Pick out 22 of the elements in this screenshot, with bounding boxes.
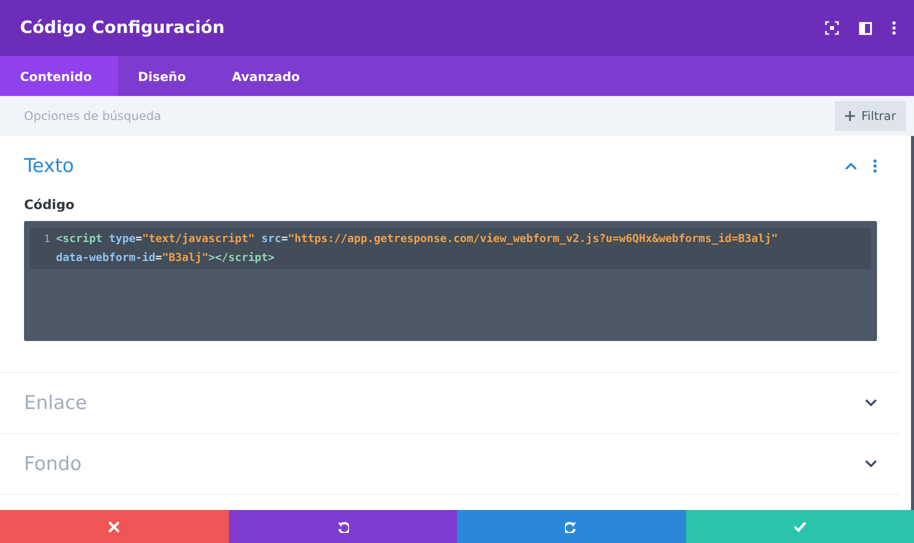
field-label: Código bbox=[24, 198, 76, 213]
tab[interactable]: Avanzado bbox=[212, 56, 326, 96]
sidebar-icon[interactable] bbox=[859, 22, 872, 34]
window-title: Código Configuración bbox=[20, 18, 226, 38]
undo-icon bbox=[336, 520, 349, 532]
check-icon bbox=[794, 520, 806, 532]
chevron-up-icon[interactable] bbox=[845, 162, 857, 170]
focus-icon[interactable] bbox=[825, 21, 839, 35]
redo-icon bbox=[565, 520, 578, 532]
code-line: <script type="text/javascript" src="https://app.getresponse.com/view_webform_v2.js?u=w6QHx&webforms_id=B3alj" data-webform-id="B3alj"></script> bbox=[56, 231, 779, 266]
chevron-down-icon[interactable] bbox=[865, 460, 877, 468]
plus-icon bbox=[845, 111, 856, 121]
code-editor[interactable]: 1 <script type="text/javascript" src="https://app.getresponse.com/view_webform_v2.js?u=w6QHx&webforms_id=B3alj" data-webform-id="B3alj"></script> bbox=[24, 221, 877, 341]
tab[interactable]: Contenido bbox=[0, 56, 118, 96]
more-icon[interactable] bbox=[873, 159, 877, 173]
filter-button[interactable]: Filtrar bbox=[835, 101, 906, 131]
tab[interactable]: Diseño bbox=[118, 56, 212, 96]
more-icon[interactable] bbox=[892, 21, 896, 35]
chevron-down-icon[interactable] bbox=[865, 399, 877, 407]
section-title[interactable]: Texto bbox=[24, 155, 829, 177]
line-number: 1 bbox=[42, 233, 51, 247]
close-icon bbox=[108, 520, 120, 532]
